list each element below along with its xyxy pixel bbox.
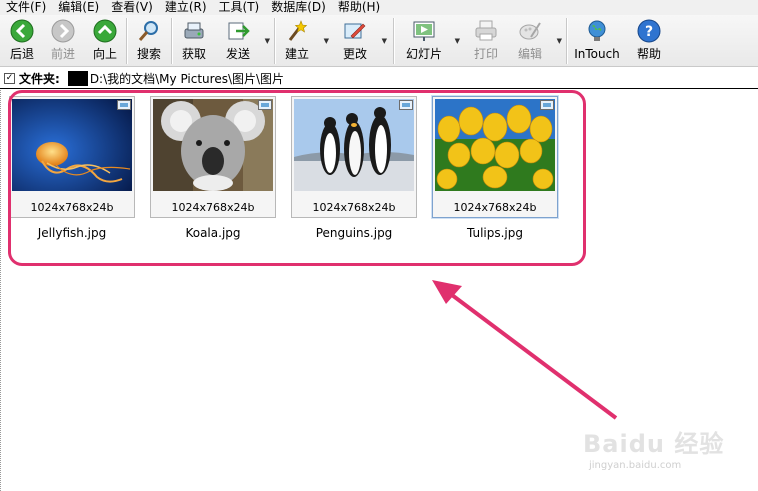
modify-dropdown-icon[interactable]: ▼ <box>382 37 387 45</box>
menu-help[interactable]: 帮助(H) <box>338 0 380 15</box>
slideshow-icon <box>412 19 436 43</box>
watermark-sub: jingyan.baidu.com <box>589 460 682 471</box>
intouch-label: InTouch <box>574 47 620 61</box>
help-icon: ? <box>637 19 661 43</box>
thumbnail-filename[interactable]: Jellyfish.jpg <box>9 226 135 240</box>
up-arrow-icon <box>93 19 117 43</box>
back-button[interactable]: 后退 <box>2 15 42 65</box>
koala-image <box>153 99 273 191</box>
edit-dropdown-icon[interactable]: ▼ <box>557 37 562 45</box>
jellyfish-image <box>12 99 132 191</box>
toolbar: 后退 前进 向上 搜索 获取 发送 ▼ 建立 ▼ 更改 ▼ 幻灯片 ▼ 打印 编… <box>0 15 758 67</box>
forward-button[interactable]: 前进 <box>42 15 84 65</box>
send-button[interactable]: 发送 ▼ <box>216 15 270 65</box>
penguins-image <box>294 99 414 191</box>
create-button[interactable]: 建立 ▼ <box>275 15 329 65</box>
menu-view[interactable]: 查看(V) <box>111 0 153 15</box>
image-type-icon <box>258 100 272 110</box>
folder-path-text[interactable]: D:\我的文档\My Pictures\图片\图片 <box>90 70 284 87</box>
forward-arrow-icon <box>51 19 75 43</box>
palette-icon <box>518 19 542 43</box>
acquire-label: 获取 <box>181 47 206 61</box>
acquire-button[interactable]: 获取 <box>172 15 216 65</box>
path-prefix-block <box>67 70 88 86</box>
magic-wand-icon <box>285 19 309 43</box>
send-icon <box>226 19 250 43</box>
back-label: 后退 <box>9 47 34 61</box>
print-label: 打印 <box>473 47 498 61</box>
folder-label: 文件夹: <box>19 71 60 86</box>
thumbnail-filename[interactable]: Tulips.jpg <box>432 226 558 240</box>
slideshow-dropdown-icon[interactable]: ▼ <box>455 37 460 45</box>
image-dimensions: 1024x768x24b <box>171 201 255 214</box>
image-type-icon <box>540 100 554 110</box>
thumbnail-card[interactable]: 1024x768x24b <box>432 96 558 218</box>
menu-tools[interactable]: 工具(T) <box>219 0 260 15</box>
svg-text:?: ? <box>645 24 653 40</box>
image-type-icon <box>117 100 131 110</box>
up-label: 向上 <box>92 47 117 61</box>
create-dropdown-icon[interactable]: ▼ <box>324 37 329 45</box>
baidu-watermark: Baidu 经验 jingyan.baidu.com <box>583 424 753 484</box>
tulips-image <box>435 99 555 191</box>
modify-button[interactable]: 更改 ▼ <box>333 15 387 65</box>
menu-database[interactable]: 数据库(D) <box>271 0 326 15</box>
print-button[interactable]: 打印 <box>464 15 508 65</box>
send-dropdown-icon[interactable]: ▼ <box>265 37 270 45</box>
folder-checkbox[interactable]: ✓ <box>4 72 15 84</box>
edit-label: 编辑 <box>517 47 542 61</box>
slideshow-button[interactable]: 幻灯片 ▼ <box>394 15 460 65</box>
intouch-button[interactable]: InTouch <box>567 15 627 65</box>
forward-label: 前进 <box>50 47 75 61</box>
image-dimensions: 1024x768x24b <box>312 201 396 214</box>
watermark-main: Baidu 经验 <box>583 430 725 458</box>
edit-button[interactable]: 编辑 ▼ <box>508 15 562 65</box>
back-arrow-icon <box>10 19 34 43</box>
menu-bar: 文件(F) 编辑(E) 查看(V) 建立(R) 工具(T) 数据库(D) 帮助(… <box>0 0 758 15</box>
modify-icon <box>343 19 367 43</box>
folder-address-bar: ✓ 文件夹: D:\我的文档\My Pictures\图片\图片 <box>0 68 758 89</box>
image-dimensions: 1024x768x24b <box>30 201 114 214</box>
thumbnail-card[interactable]: 1024x768x24b <box>291 96 417 218</box>
menu-file[interactable]: 文件(F) <box>6 0 46 15</box>
help-button[interactable]: ? 帮助 <box>627 15 671 65</box>
thumbnail-card[interactable]: 1024x768x24b <box>150 96 276 218</box>
menu-create[interactable]: 建立(R) <box>165 0 207 15</box>
search-button[interactable]: 搜索 <box>127 15 171 65</box>
menu-edit[interactable]: 编辑(E) <box>58 0 99 15</box>
image-type-icon <box>399 100 413 110</box>
help-label: 帮助 <box>636 47 661 61</box>
up-button[interactable]: 向上 <box>84 15 126 65</box>
slideshow-label: 幻灯片 <box>405 47 442 61</box>
send-label: 发送 <box>225 47 250 61</box>
thumbnail-card[interactable]: 1024x768x24b <box>9 96 135 218</box>
search-label: 搜索 <box>136 47 161 61</box>
thumbnail-filename[interactable]: Koala.jpg <box>150 226 276 240</box>
scanner-icon <box>182 19 206 43</box>
create-label: 建立 <box>284 47 309 61</box>
modify-label: 更改 <box>342 47 367 61</box>
image-dimensions: 1024x768x24b <box>453 201 537 214</box>
search-icon <box>137 19 161 43</box>
printer-icon <box>474 19 498 43</box>
thumbnail-filename[interactable]: Penguins.jpg <box>291 226 417 240</box>
intouch-globe-icon <box>585 19 609 43</box>
